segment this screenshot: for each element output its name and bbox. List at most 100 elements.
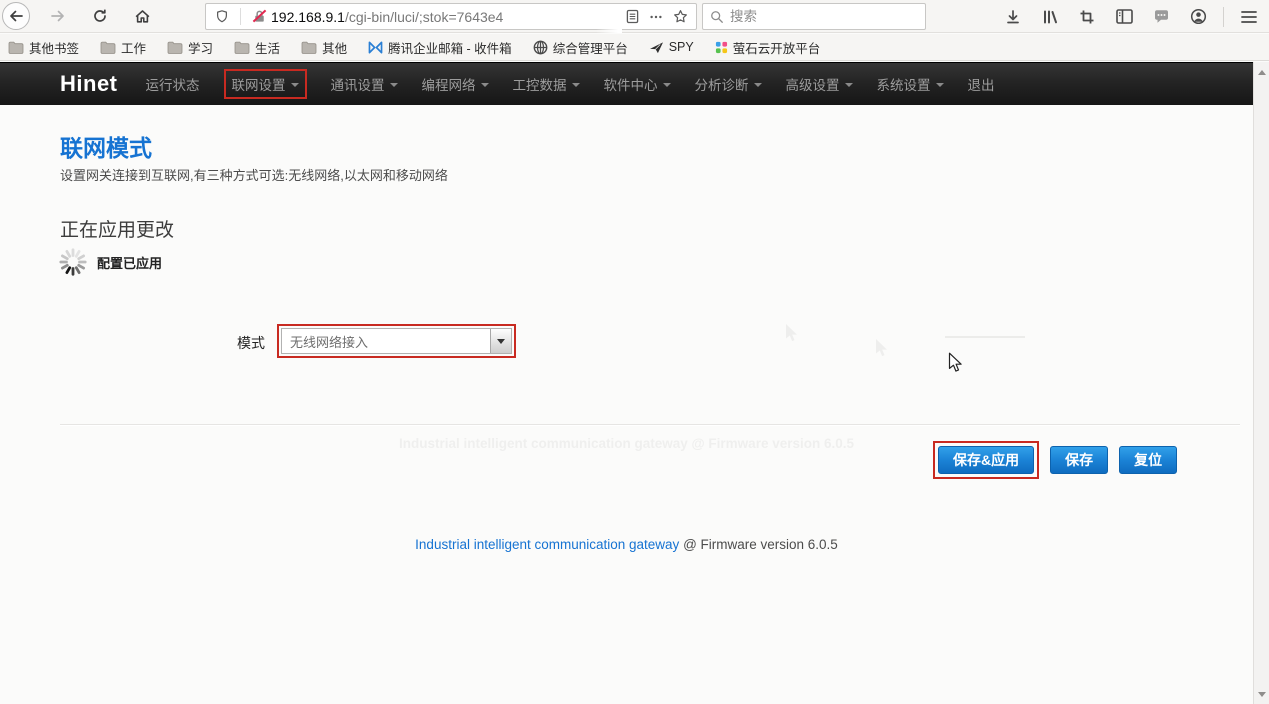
url-bar[interactable]: 192.168.9.1/cgi-bin/luci/;stok=7643e4 bbox=[205, 3, 697, 30]
section-divider bbox=[60, 424, 1240, 425]
globe-icon bbox=[533, 40, 548, 55]
triangle-down-icon bbox=[1258, 692, 1266, 697]
bookmark-item-misc[interactable]: 其他 bbox=[301, 38, 347, 57]
reset-button[interactable]: 复位 bbox=[1119, 446, 1177, 474]
search-icon bbox=[710, 10, 724, 24]
bookmark-label: 萤石云开放平台 bbox=[733, 38, 821, 57]
bookmark-label: 其他书签 bbox=[29, 38, 79, 57]
urlbar-separator bbox=[240, 8, 241, 25]
mode-select-dropdown-button[interactable] bbox=[490, 329, 511, 353]
folder-icon bbox=[100, 41, 116, 54]
page-footer: Industrial intelligent communication gat… bbox=[0, 537, 1253, 552]
ghost-artifact-line bbox=[945, 336, 1025, 338]
ghost-cursor-artifact bbox=[875, 338, 889, 358]
forward-arrow-icon bbox=[50, 8, 66, 24]
bookmark-item-other-bookmarks[interactable]: 其他书签 bbox=[8, 38, 79, 57]
home-button[interactable] bbox=[128, 2, 156, 30]
page-scrollbar[interactable] bbox=[1253, 62, 1269, 704]
account-button[interactable] bbox=[1186, 3, 1210, 31]
nav-item-programming-network[interactable]: 编程网络 bbox=[422, 74, 489, 94]
tracking-shield-icon[interactable] bbox=[210, 5, 234, 29]
toolbar-separator bbox=[1223, 7, 1224, 27]
nav-label: 高级设置 bbox=[786, 74, 840, 94]
download-icon bbox=[1005, 9, 1021, 25]
bookmark-label: 生活 bbox=[255, 38, 280, 57]
reader-mode-icon[interactable] bbox=[620, 5, 644, 29]
nav-item-industrial-data[interactable]: 工控数据 bbox=[513, 74, 580, 94]
app-logo[interactable]: Hinet bbox=[60, 71, 118, 97]
folder-icon bbox=[8, 41, 24, 54]
apply-status-row: 配置已应用 bbox=[58, 247, 162, 277]
footer-gateway-link[interactable]: Industrial intelligent communication gat… bbox=[415, 537, 679, 552]
url-host: 192.168.9.1 bbox=[271, 9, 345, 25]
bookmark-label: SPY bbox=[669, 40, 694, 54]
footer-firmware-version: @ Firmware version 6.0.5 bbox=[679, 537, 838, 552]
save-button[interactable]: 保存 bbox=[1050, 446, 1108, 474]
scrollbar-up-button[interactable] bbox=[1254, 64, 1269, 80]
nav-item-run-status[interactable]: 运行状态 bbox=[146, 74, 200, 94]
nav-label: 联网设置 bbox=[232, 74, 286, 94]
sidebar-button[interactable] bbox=[1112, 3, 1136, 31]
url-path: /cgi-bin/luci/;stok=7643e4 bbox=[345, 9, 503, 25]
nav-menu: 运行状态 联网设置 通讯设置 编程网络 工控数据 软件中心 bbox=[146, 69, 995, 99]
folder-icon bbox=[301, 41, 317, 54]
chat-button[interactable] bbox=[1149, 3, 1173, 31]
search-input[interactable] bbox=[730, 9, 890, 24]
menu-button[interactable] bbox=[1237, 3, 1261, 31]
reload-button[interactable] bbox=[86, 2, 114, 30]
bookmark-label: 其他 bbox=[322, 38, 347, 57]
nav-item-software-center[interactable]: 软件中心 bbox=[604, 74, 671, 94]
mouse-cursor bbox=[948, 352, 963, 373]
scrollbar-down-button[interactable] bbox=[1254, 686, 1269, 702]
back-button[interactable] bbox=[2, 2, 30, 30]
tencent-mail-icon bbox=[368, 41, 383, 54]
caret-down-icon bbox=[936, 83, 944, 87]
browser-window: 192.168.9.1/cgi-bin/luci/;stok=7643e4 bbox=[0, 0, 1269, 704]
nav-item-network-settings[interactable]: 联网设置 bbox=[224, 69, 307, 99]
page-actions-icon[interactable] bbox=[644, 5, 668, 29]
bookmark-item-management-platform[interactable]: 综合管理平台 bbox=[533, 38, 628, 57]
nav-item-logout[interactable]: 退出 bbox=[968, 74, 995, 94]
url-text: 192.168.9.1/cgi-bin/luci/;stok=7643e4 bbox=[271, 9, 620, 25]
nav-label: 退出 bbox=[968, 74, 995, 94]
bookmark-item-life[interactable]: 生活 bbox=[234, 38, 280, 57]
nav-label: 软件中心 bbox=[604, 74, 658, 94]
caret-down-icon bbox=[572, 83, 580, 87]
nav-item-advanced-settings[interactable]: 高级设置 bbox=[786, 74, 853, 94]
forward-button[interactable] bbox=[44, 2, 72, 30]
bookmark-item-study[interactable]: 学习 bbox=[167, 38, 213, 57]
page-content: 联网模式 设置网关连接到互联网,有三种方式可选:无线网络,以太网和移动网络 正在… bbox=[0, 105, 1253, 704]
page-title: 联网模式 bbox=[60, 129, 152, 163]
library-button[interactable] bbox=[1038, 3, 1062, 31]
color-dots-icon bbox=[715, 41, 728, 54]
chat-bubble-icon bbox=[1153, 9, 1170, 25]
caret-down-icon bbox=[497, 339, 505, 344]
home-icon bbox=[134, 8, 151, 25]
search-box[interactable] bbox=[702, 3, 926, 30]
applying-changes-heading: 正在应用更改 bbox=[60, 215, 174, 242]
insecure-lock-icon[interactable] bbox=[247, 5, 271, 29]
nav-item-system-settings[interactable]: 系统设置 bbox=[877, 74, 944, 94]
bookmark-star-icon[interactable] bbox=[668, 5, 692, 29]
screenshot-button[interactable] bbox=[1075, 3, 1099, 31]
bookmark-item-tencent-mail[interactable]: 腾讯企业邮箱 - 收件箱 bbox=[368, 38, 512, 57]
bookmark-item-spy[interactable]: SPY bbox=[649, 40, 694, 54]
nav-label: 分析诊断 bbox=[695, 74, 749, 94]
app-navbar: Hinet 运行状态 联网设置 通讯设置 编程网络 工控数据 软件中 bbox=[0, 62, 1253, 105]
nav-item-comm-settings[interactable]: 通讯设置 bbox=[331, 74, 398, 94]
caret-down-icon bbox=[291, 83, 299, 87]
save-apply-button[interactable]: 保存&应用 bbox=[938, 446, 1034, 474]
nav-label: 运行状态 bbox=[146, 74, 200, 94]
loading-spinner-icon bbox=[58, 247, 88, 277]
caret-down-icon bbox=[663, 83, 671, 87]
bookmarks-bar: 其他书签 工作 学习 生活 其他 腾讯企业邮箱 - 收件箱 综合管理平台 SP bbox=[0, 34, 1269, 61]
nav-item-analysis-diagnosis[interactable]: 分析诊断 bbox=[695, 74, 762, 94]
bookmark-item-ezviz-platform[interactable]: 萤石云开放平台 bbox=[715, 38, 821, 57]
bookmark-item-work[interactable]: 工作 bbox=[100, 38, 146, 57]
folder-icon bbox=[167, 41, 183, 54]
mode-select[interactable]: 无线网络接入 bbox=[281, 328, 512, 354]
downloads-button[interactable] bbox=[1001, 3, 1025, 31]
nav-label: 系统设置 bbox=[877, 74, 931, 94]
bookmark-label: 综合管理平台 bbox=[553, 38, 628, 57]
caret-down-icon bbox=[390, 83, 398, 87]
